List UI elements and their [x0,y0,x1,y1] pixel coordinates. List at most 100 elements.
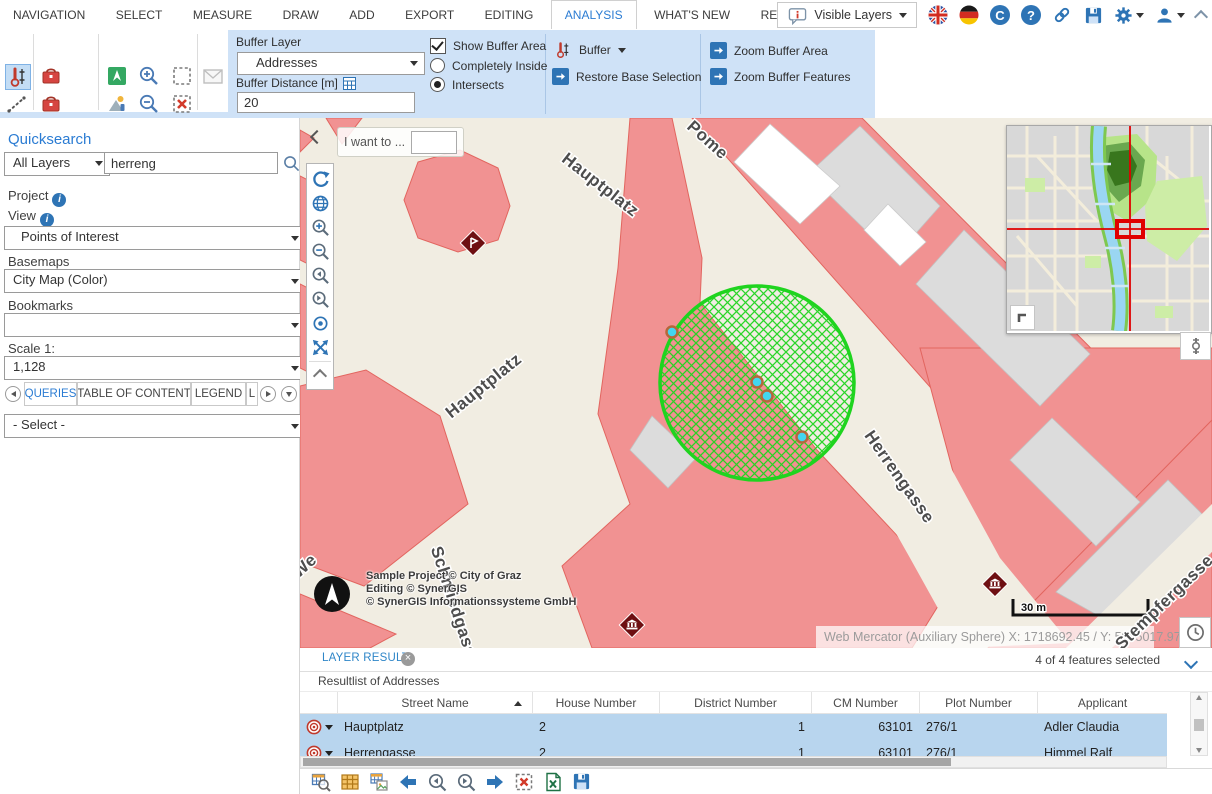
menu-select[interactable]: SELECT [103,1,176,30]
time-slider-widget[interactable] [1179,617,1211,648]
user-menu[interactable] [1155,6,1185,25]
collapse-sidebar-icon[interactable] [308,128,326,146]
column-applicant[interactable]: Applicant [1038,692,1167,714]
menu-measure[interactable]: MEASURE [180,1,265,30]
navigation-tool-button[interactable] [105,64,129,88]
intersects-option[interactable]: Intersects [430,77,504,92]
column-cm-number[interactable]: CM Number [812,692,920,714]
bookmarks-select[interactable] [4,313,306,337]
i-want-to-input[interactable] [411,131,457,154]
share-link-icon[interactable] [1052,5,1072,25]
layer-result-tab[interactable]: LAYER RESULT [322,652,409,664]
scroll-up-icon[interactable] [1196,695,1202,700]
tabs-scroll-right-button[interactable] [260,386,276,402]
clear-result-selection-button[interactable] [513,771,534,792]
toolbox-button-2[interactable] [39,92,63,116]
show-table-button[interactable] [339,771,360,792]
column-street-name[interactable]: Street Name [338,692,533,714]
zoom-previous-result-button[interactable] [426,771,447,792]
buffer-distance-input[interactable] [237,92,415,113]
save-results-button[interactable] [571,771,592,792]
table-row[interactable]: Herrengasse 2 1 63101 276/1 Himmel Ralf [300,740,1167,756]
image-tool-button[interactable] [105,92,129,116]
globe-extent-button[interactable] [309,191,331,215]
buffer-tool-button[interactable] [5,64,31,90]
copy-table-button[interactable] [368,771,389,792]
menu-navigation[interactable]: NAVIGATION [0,1,98,30]
zoom-in-tool-button[interactable] [137,64,161,88]
search-in-table-button[interactable] [310,771,331,792]
refresh-map-button[interactable] [309,167,331,191]
scroll-down-icon[interactable] [1196,748,1202,753]
tabs-scroll-left-button[interactable] [5,386,21,402]
restore-base-selection-button[interactable]: Restore Base Selection [552,68,701,85]
save-project-icon[interactable] [1083,5,1103,25]
tab-legend[interactable]: LEGEND [191,382,246,406]
radio-unselected-icon[interactable] [430,58,445,73]
menu-add[interactable]: ADD [336,1,387,30]
map-viewport[interactable]: Web Mercator (Auxiliary Sphere) X: 17186… [300,118,1212,648]
tab-clipped[interactable]: L [246,382,258,406]
swipe-handle-widget[interactable] [1180,332,1211,360]
fullscreen-button[interactable] [309,335,331,359]
measure-tool-button[interactable] [5,92,29,116]
zoom-buffer-features-button[interactable]: Zoom Buffer Features [710,68,851,85]
visible-layers-dropdown[interactable]: Visible Layers [777,2,917,28]
settings-menu[interactable] [1114,6,1144,25]
show-buffer-area-option[interactable]: Show Buffer Area [430,38,546,54]
info-icon[interactable]: i [40,213,54,227]
help-icon[interactable]: ? [1021,5,1041,25]
buffer-layer-select[interactable]: Addresses [237,52,425,75]
vertical-scrollbar[interactable] [1190,692,1208,756]
record-target-icon[interactable] [306,745,322,756]
uk-flag-icon[interactable] [928,5,948,25]
center-map-button[interactable] [309,311,331,335]
menu-editing[interactable]: EDITING [472,1,547,30]
radio-selected-icon[interactable] [430,77,445,92]
buffer-button[interactable]: Buffer [554,40,626,60]
toolbar-collapse-up-icon[interactable] [309,361,331,386]
menu-analysis[interactable]: ANALYSIS [551,0,637,29]
checkbox-checked-icon[interactable] [430,38,446,54]
export-excel-button[interactable] [542,771,563,792]
select-rectangle-tool-button[interactable] [170,64,194,88]
copernicus-icon[interactable]: C [990,5,1010,25]
close-results-icon[interactable]: × [401,652,415,666]
column-house-number[interactable]: House Number [533,692,660,714]
menu-draw[interactable]: DRAW [270,1,332,30]
search-layers-select[interactable]: All Layers [4,152,110,176]
view-select[interactable]: Points of Interest [4,226,306,250]
record-menu-icon[interactable] [325,725,333,730]
scrollbar-thumb[interactable] [303,758,951,766]
scrollbar-thumb[interactable] [1194,719,1204,731]
basemaps-select[interactable]: City Map (Color) [4,269,306,293]
column-plot-number[interactable]: Plot Number [920,692,1038,714]
german-flag-icon[interactable] [959,5,979,25]
zoom-previous-button[interactable] [309,263,331,287]
collapse-results-icon[interactable] [1186,654,1196,672]
next-feature-button[interactable] [484,771,505,792]
tab-queries[interactable]: QUERIES [24,382,77,406]
tab-table-of-content[interactable]: TABLE OF CONTENT [77,382,191,406]
zoom-next-button[interactable] [309,287,331,311]
zoom-in-map-button[interactable] [309,215,331,239]
quicksearch-input[interactable] [104,152,278,174]
collapse-toolbar-icon[interactable] [1194,10,1208,24]
calculator-icon[interactable] [343,77,356,90]
search-icon[interactable] [283,155,300,172]
menu-export[interactable]: EXPORT [392,1,467,30]
clear-selection-tool-button[interactable] [170,92,194,116]
record-target-icon[interactable] [306,719,322,735]
zoom-out-tool-button[interactable] [137,92,161,116]
query-select[interactable]: - Select - [4,414,306,438]
menu-whats-new[interactable]: WHAT'S NEW [641,1,743,30]
i-want-to-widget[interactable]: I want to ... [337,127,464,157]
column-district-number[interactable]: District Number [660,692,812,714]
table-row[interactable]: Hauptplatz 2 1 63101 276/1 Adler Claudia [300,714,1167,740]
overview-collapse-button[interactable] [1010,305,1035,330]
horizontal-scrollbar[interactable] [300,756,1167,768]
overview-map[interactable] [1006,125,1212,334]
completely-inside-option[interactable]: Completely Inside [430,58,547,73]
previous-feature-button[interactable] [397,771,418,792]
toolbox-button-1[interactable] [39,64,63,88]
